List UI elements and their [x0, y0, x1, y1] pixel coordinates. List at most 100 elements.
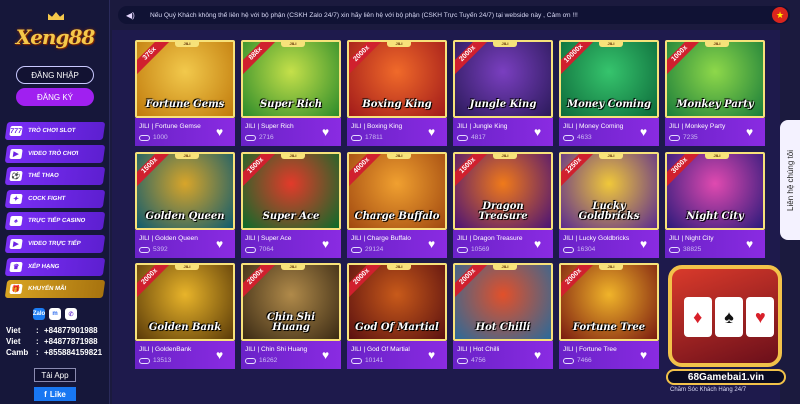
game-thumbnail[interactable]: 375x JILI Fortune Gems: [135, 40, 235, 118]
contact-us-tab[interactable]: Liên hệ chúng tôi: [780, 120, 800, 240]
favorite-heart-icon[interactable]: ♥: [640, 349, 654, 361]
game-thumbnail[interactable]: 2000x JILI Hot Chilli: [453, 263, 553, 341]
game-card[interactable]: 1500x JILI Dragon Treasure JILI | Dragon Tr…: [453, 152, 553, 258]
sidebar-menu-item[interactable]: ♛ XẾP HẠNG: [4, 257, 106, 276]
provider-tag: JILI: [599, 42, 623, 47]
phone-icon[interactable]: ✆: [65, 308, 77, 320]
favorite-heart-icon[interactable]: ♥: [216, 126, 230, 138]
sidebar-menu-item[interactable]: ✦ COCK FIGHT: [4, 189, 106, 208]
play-count: 16304: [563, 246, 595, 253]
sidebar-menu-item[interactable]: ▶ VIDEO TRỰC TIẾP: [4, 234, 106, 253]
favorite-heart-icon[interactable]: ♥: [746, 126, 760, 138]
game-name: JILI | Jungle King: [457, 123, 508, 130]
game-thumbnail[interactable]: 2000x JILI Golden Bank: [135, 263, 235, 341]
game-thumbnail[interactable]: 1000x JILI Monkey Party: [665, 40, 765, 118]
gamepad-icon: [563, 134, 574, 141]
favorite-heart-icon[interactable]: ♥: [534, 349, 548, 361]
card-suits: ♦ ♠ ♥: [682, 289, 776, 345]
game-card[interactable]: 2000x JILI Chin Shi Huang JILI | Chin Shi H…: [241, 263, 341, 369]
game-thumbnail[interactable]: 2000x JILI Jungle King: [453, 40, 553, 118]
game-card[interactable]: 375x JILI Fortune Gems JILI | Fortune Gemse…: [135, 40, 235, 146]
favorite-heart-icon[interactable]: ♥: [428, 126, 442, 138]
contact-number[interactable]: +84877871988: [44, 336, 98, 347]
messenger-icon[interactable]: m: [49, 308, 61, 320]
register-button[interactable]: ĐĂNG KÝ: [16, 88, 94, 106]
favorite-heart-icon[interactable]: ♥: [534, 238, 548, 250]
game-thumbnail[interactable]: 1500x JILI Dragon Treasure: [453, 152, 553, 230]
game-card[interactable]: 2000x JILI Jungle King JILI | Jungle King 48…: [453, 40, 553, 146]
game-thumbnail[interactable]: 1500x JILI Super Ace: [241, 152, 341, 230]
game-logo-title: Chin Shi Huang: [266, 312, 316, 333]
provider-tag: JILI: [281, 154, 305, 159]
login-button[interactable]: ĐĂNG NHẬP: [16, 66, 94, 84]
play-count: 2716: [245, 134, 274, 141]
sidebar-menu-item[interactable]: ▶ VIDEO TRÒ CHƠI: [4, 144, 106, 163]
game-card[interactable]: 2000x JILI Fortune Tree JILI | Fortune Tree…: [559, 263, 659, 369]
provider-tag: JILI: [387, 42, 411, 47]
game-card[interactable]: 888x JILI Super Rich JILI | Super Rich 2716 ♥: [241, 40, 341, 146]
game-card[interactable]: 1500x JILI Golden Queen JILI | Golden Queen…: [135, 152, 235, 258]
favorite-heart-icon[interactable]: ♥: [640, 238, 654, 250]
game-info-bar: JILI | Monkey Party 7235 ♥: [665, 118, 765, 146]
facebook-like-button[interactable]: f Like: [34, 387, 76, 401]
game-thumbnail[interactable]: 10000x JILI Money Coming: [559, 40, 659, 118]
multiplier-badge: 2000x: [349, 265, 384, 299]
zalo-icon[interactable]: Zalo: [33, 308, 45, 320]
vietnam-flag-icon[interactable]: ★: [772, 7, 788, 23]
play-count-value: 10569: [471, 246, 490, 253]
favorite-heart-icon[interactable]: ♥: [322, 238, 336, 250]
game-thumbnail[interactable]: 2000x JILI Fortune Tree: [559, 263, 659, 341]
contact-row: Viet: +84877871988: [6, 336, 98, 347]
game-thumbnail[interactable]: 1500x JILI Golden Queen: [135, 152, 235, 230]
game-thumbnail[interactable]: 2000x JILI Boxing King: [347, 40, 447, 118]
game-thumbnail[interactable]: 888x JILI Super Rich: [241, 40, 341, 118]
favorite-heart-icon[interactable]: ♥: [216, 349, 230, 361]
gamepad-icon: [351, 246, 362, 253]
game-name: JILI | Monkey Party: [669, 123, 726, 130]
favorite-heart-icon[interactable]: ♥: [322, 126, 336, 138]
sidebar-menu-item[interactable]: 777 TRÒ CHƠI SLOT: [4, 122, 106, 140]
favorite-heart-icon[interactable]: ♥: [216, 238, 230, 250]
game-thumbnail[interactable]: 2000x JILI Chin Shi Huang: [241, 263, 341, 341]
favorite-heart-icon[interactable]: ♥: [640, 126, 654, 138]
favorite-heart-icon[interactable]: ♥: [746, 238, 760, 250]
game-card[interactable]: 2000x JILI Hot Chilli JILI | Hot Chilli 4756…: [453, 263, 553, 369]
game-card[interactable]: 2000x JILI Boxing King JILI | Boxing King 17…: [347, 40, 447, 146]
game-name: JILI | Money Coming: [563, 123, 624, 130]
favorite-heart-icon[interactable]: ♥: [428, 238, 442, 250]
provider-tag: JILI: [705, 42, 729, 47]
game-name: JILI | Hot Chilli: [457, 346, 500, 353]
contact-number[interactable]: +855884159821: [44, 347, 102, 358]
game-card[interactable]: 1500x JILI Super Ace JILI | Super Ace 7064 ♥: [241, 152, 341, 258]
game-card[interactable]: 2000x JILI God Of Martial JILI | God Of Mar…: [347, 263, 447, 369]
sidebar-menu-item[interactable]: ♠ TRỰC TIẾP CASINO: [4, 212, 106, 231]
favorite-heart-icon[interactable]: ♥: [534, 126, 548, 138]
favorite-heart-icon[interactable]: ♥: [428, 349, 442, 361]
download-app-button[interactable]: Tải App: [34, 368, 76, 382]
play-count: 10141: [351, 357, 383, 364]
game-thumbnail[interactable]: 4000x JILI Charge Buffalo: [347, 152, 447, 230]
sidebar: Xeng88 ĐĂNG NHẬP ĐĂNG KÝ 777 TRÒ CHƠI SLO…: [0, 0, 110, 404]
promo-widget[interactable]: ♦ ♠ ♥ 68Gamebai1.vin Chăm Sóc Khách Hàng…: [664, 265, 788, 397]
game-thumbnail[interactable]: 2000x JILI God Of Martial: [347, 263, 447, 341]
sidebar-menu-item[interactable]: ⚽ THỂ THAO: [4, 167, 106, 186]
game-info-bar: JILI | Chin Shi Huang 16262 ♥: [241, 341, 341, 369]
game-card[interactable]: 3000x JILI Night City JILI | Night City 3882…: [665, 152, 765, 258]
contact-us-label: Liên hệ chúng tôi: [785, 149, 795, 211]
game-thumbnail[interactable]: 3000x JILI Night City: [665, 152, 765, 230]
game-name: JILI | Boxing King: [351, 123, 403, 130]
game-card[interactable]: 1250x JILI Lucky Goldbricks JILI | Lucky Go…: [559, 152, 659, 258]
play-count-value: 16304: [577, 246, 596, 253]
sports-icon: ⚽: [9, 171, 23, 182]
favorite-heart-icon[interactable]: ♥: [322, 349, 336, 361]
game-card[interactable]: 4000x JILI Charge Buffalo JILI | Charge Buf…: [347, 152, 447, 258]
contact-number[interactable]: +84877901988: [44, 325, 98, 336]
site-logo[interactable]: Xeng88: [10, 12, 100, 56]
game-card[interactable]: 10000x JILI Money Coming JILI | Money Comin…: [559, 40, 659, 146]
game-card[interactable]: 1000x JILI Monkey Party JILI | Monkey Party…: [665, 40, 765, 146]
game-card[interactable]: 2000x JILI Golden Bank JILI | GoldenBank 135…: [135, 263, 235, 369]
sidebar-menu-item[interactable]: 🎁 KHUYẾN MÃI: [4, 280, 106, 299]
promo-url[interactable]: 68Gamebai1.vin: [666, 369, 786, 385]
gamepad-icon: [245, 134, 256, 141]
game-thumbnail[interactable]: 1250x JILI Lucky Goldbricks: [559, 152, 659, 230]
